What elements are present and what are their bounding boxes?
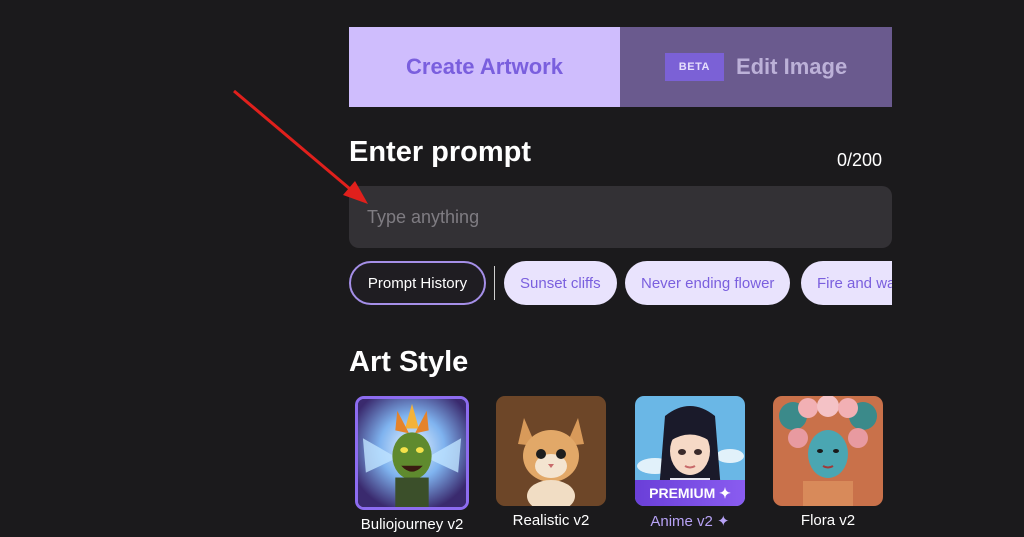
style-thumbnail bbox=[355, 396, 469, 510]
prompt-chips-row: Prompt History Sunset cliffs Never endin… bbox=[349, 261, 892, 307]
prompt-char-count: 0/200 bbox=[837, 150, 883, 170]
style-card-flora[interactable]: Flora v2 bbox=[771, 396, 885, 529]
tab-edit-image-label: Edit Image bbox=[735, 54, 848, 79]
suggestion-chip[interactable]: Sunset cliffs bbox=[504, 261, 617, 305]
prompt-heading: Enter prompt bbox=[349, 136, 532, 168]
chip-divider bbox=[494, 266, 495, 300]
style-label: Anime v2 ✦ bbox=[650, 513, 730, 530]
tab-create-artwork[interactable]: Create Artwork bbox=[349, 27, 620, 107]
art-style-heading: Art Style bbox=[349, 346, 469, 378]
prompt-history-label: Prompt History bbox=[367, 274, 468, 292]
prompt-history-button[interactable]: Prompt History bbox=[349, 261, 486, 305]
buliojourney-image bbox=[358, 399, 466, 507]
style-label: Flora v2 bbox=[800, 512, 856, 529]
suggestion-chip-label: Never ending flower bbox=[641, 274, 775, 292]
mode-tabs: Create Artwork BETA Edit Image bbox=[349, 27, 892, 107]
tab-create-artwork-label: Create Artwork bbox=[406, 54, 563, 79]
suggestion-chip[interactable]: Never ending flower bbox=[625, 261, 791, 305]
style-label: Buliojourney v2 bbox=[360, 516, 464, 533]
suggestion-chip-label: Sunset cliffs bbox=[520, 274, 601, 292]
style-thumbnail bbox=[496, 396, 606, 506]
style-card-anime[interactable]: PREMIUM ✦ Anime v2 ✦ bbox=[633, 396, 747, 530]
style-thumbnail bbox=[773, 396, 883, 506]
premium-badge: PREMIUM ✦ bbox=[635, 480, 745, 506]
beta-badge: BETA bbox=[664, 53, 724, 81]
style-card-buliojourney[interactable]: Buliojourney v2 bbox=[355, 396, 469, 533]
prompt-input[interactable] bbox=[349, 186, 892, 248]
suggestion-chip-label: Fire and wa bbox=[817, 274, 892, 292]
style-thumbnail: PREMIUM ✦ bbox=[635, 396, 745, 506]
premium-badge-label: PREMIUM ✦ bbox=[649, 484, 731, 501]
tab-edit-image[interactable]: BETA Edit Image bbox=[620, 27, 892, 107]
style-label: Realistic v2 bbox=[512, 512, 590, 529]
suggestion-chip[interactable]: Fire and wa bbox=[801, 261, 892, 305]
flora-portrait-image bbox=[773, 396, 883, 506]
realistic-kitten-image bbox=[496, 396, 606, 506]
style-card-realistic[interactable]: Realistic v2 bbox=[494, 396, 608, 529]
